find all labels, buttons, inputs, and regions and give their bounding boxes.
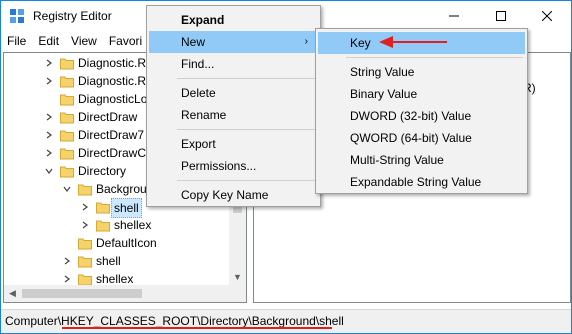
folder-icon xyxy=(60,164,74,178)
folder-icon xyxy=(96,218,110,232)
folder-icon xyxy=(60,92,74,106)
menu-item-label: New xyxy=(181,35,206,49)
menu-new-item[interactable]: New › xyxy=(149,31,318,53)
path-underline-annotation xyxy=(62,327,332,329)
scroll-down-icon[interactable]: ▼ xyxy=(229,268,246,285)
registry-editor-window: Registry Editor File Edit View Favori Di… xyxy=(0,0,572,334)
close-button[interactable] xyxy=(524,1,570,31)
menu-delete-item[interactable]: Delete xyxy=(149,82,318,104)
new-string-value-item[interactable]: String Value xyxy=(318,61,525,83)
menu-favorites[interactable]: Favori xyxy=(103,31,148,51)
menu-item-label: DWORD (32-bit) Value xyxy=(350,109,472,123)
menu-item-label: String Value xyxy=(350,65,415,79)
status-bar: Computer\HKEY_CLASSES_ROOT\Directory\Bac… xyxy=(1,309,571,333)
tree-item-label: DirectDraw7 xyxy=(78,128,145,142)
menu-view[interactable]: View xyxy=(65,31,103,51)
chevron-down-icon[interactable] xyxy=(44,162,54,180)
chevron-down-icon[interactable] xyxy=(62,180,72,198)
tree-item-label: shell xyxy=(111,198,142,218)
tree-item-label: Backgrou xyxy=(96,182,147,196)
menu-item-label: Rename xyxy=(181,108,227,122)
folder-icon xyxy=(78,236,92,250)
maximize-icon xyxy=(496,11,506,21)
menu-find-item[interactable]: Find... xyxy=(149,53,318,75)
tree-horizontal-scrollbar[interactable]: ◀ xyxy=(4,285,246,302)
close-icon xyxy=(542,11,552,21)
chevron-right-icon[interactable] xyxy=(44,144,54,162)
tree-item-label: shellex xyxy=(114,218,152,232)
menu-edit[interactable]: Edit xyxy=(32,31,65,51)
menu-separator xyxy=(177,78,316,79)
folder-icon xyxy=(60,56,74,70)
chevron-right-icon[interactable] xyxy=(44,72,54,90)
menu-expand-item[interactable]: Expand xyxy=(149,9,318,31)
folder-icon xyxy=(60,74,74,88)
submenu-arrow-icon: › xyxy=(304,36,308,47)
tree-item[interactable]: shellex xyxy=(4,216,226,234)
chevron-right-icon[interactable] xyxy=(62,252,72,270)
tree-hscroll-thumb[interactable] xyxy=(22,289,142,298)
folder-icon xyxy=(78,254,92,268)
new-submenu: Key String Value Binary Value DWORD (32-bit… xyxy=(315,28,528,194)
new-dword-32-bit-value-item[interactable]: DWORD (32-bit) Value xyxy=(318,105,525,127)
menu-rename-item[interactable]: Rename xyxy=(149,104,318,126)
menu-item-label: QWORD (64-bit) Value xyxy=(350,131,472,145)
red-arrow-annotation xyxy=(379,36,447,48)
tree-item-label: DirectDrawC xyxy=(78,146,147,160)
menu-item-label: Expand xyxy=(181,13,225,27)
chevron-right-icon[interactable] xyxy=(80,198,90,216)
new-qword-64-bit-value-item[interactable]: QWORD (64-bit) Value xyxy=(318,127,525,149)
tree-item-label: DiagnosticLo xyxy=(78,92,148,106)
menu-item-label: Multi-String Value xyxy=(350,153,444,167)
menu-copy-key-name-item[interactable]: Copy Key Name xyxy=(149,184,318,206)
registry-editor-icon xyxy=(10,9,24,23)
new-multi-string-value-item[interactable]: Multi-String Value xyxy=(318,149,525,171)
minimize-icon xyxy=(449,15,459,17)
menu-separator xyxy=(346,57,523,58)
tree-item[interactable]: shell xyxy=(4,252,226,270)
folder-icon xyxy=(78,272,92,286)
window-title: Registry Editor xyxy=(33,9,112,23)
menu-permissions-item[interactable]: Permissions... xyxy=(149,155,318,177)
menu-separator xyxy=(177,180,316,181)
menu-item-label: Delete xyxy=(181,86,216,100)
folder-icon xyxy=(60,128,74,142)
tree-item-label: Directory xyxy=(78,164,127,178)
folder-icon xyxy=(60,110,74,124)
folder-icon xyxy=(78,182,92,196)
maximize-button[interactable] xyxy=(478,1,524,31)
chevron-right-icon[interactable] xyxy=(80,216,90,234)
menu-export-item[interactable]: Export xyxy=(149,133,318,155)
tree-item-label: DirectDraw xyxy=(78,110,138,124)
tree-item-label: shell xyxy=(96,254,121,268)
context-menu: Expand New › Find... Delete Rename Export Permi… xyxy=(146,5,321,207)
menu-item-label: Key xyxy=(350,36,371,50)
chevron-right-icon[interactable] xyxy=(44,54,54,72)
tree-item-label: DefaultIcon xyxy=(96,236,157,250)
chevron-right-icon[interactable] xyxy=(44,126,54,144)
menu-item-label: Find... xyxy=(181,57,215,71)
status-path: Computer\HKEY_CLASSES_ROOT\Directory\Bac… xyxy=(5,314,344,328)
new-binary-value-item[interactable]: Binary Value xyxy=(318,83,525,105)
menu-item-label: Expandable String Value xyxy=(350,175,482,189)
tree-item-label: Diagnostic.R xyxy=(78,56,147,70)
menu-item-label: Copy Key Name xyxy=(181,188,269,202)
tree-item[interactable]: DefaultIcon xyxy=(4,234,226,252)
menu-separator xyxy=(177,129,316,130)
menu-item-label: Permissions... xyxy=(181,159,257,173)
chevron-right-icon[interactable] xyxy=(44,108,54,126)
folder-icon xyxy=(96,200,110,214)
menu-file[interactable]: File xyxy=(1,31,32,51)
menu-item-label: Export xyxy=(181,137,216,151)
new-expandable-string-value-item[interactable]: Expandable String Value xyxy=(318,171,525,193)
menu-item-label: Binary Value xyxy=(350,87,418,101)
minimize-button[interactable] xyxy=(431,1,477,31)
scroll-left-icon[interactable]: ◀ xyxy=(4,285,21,302)
tree-item-label: Diagnostic.R xyxy=(78,74,147,88)
folder-icon xyxy=(60,146,74,160)
